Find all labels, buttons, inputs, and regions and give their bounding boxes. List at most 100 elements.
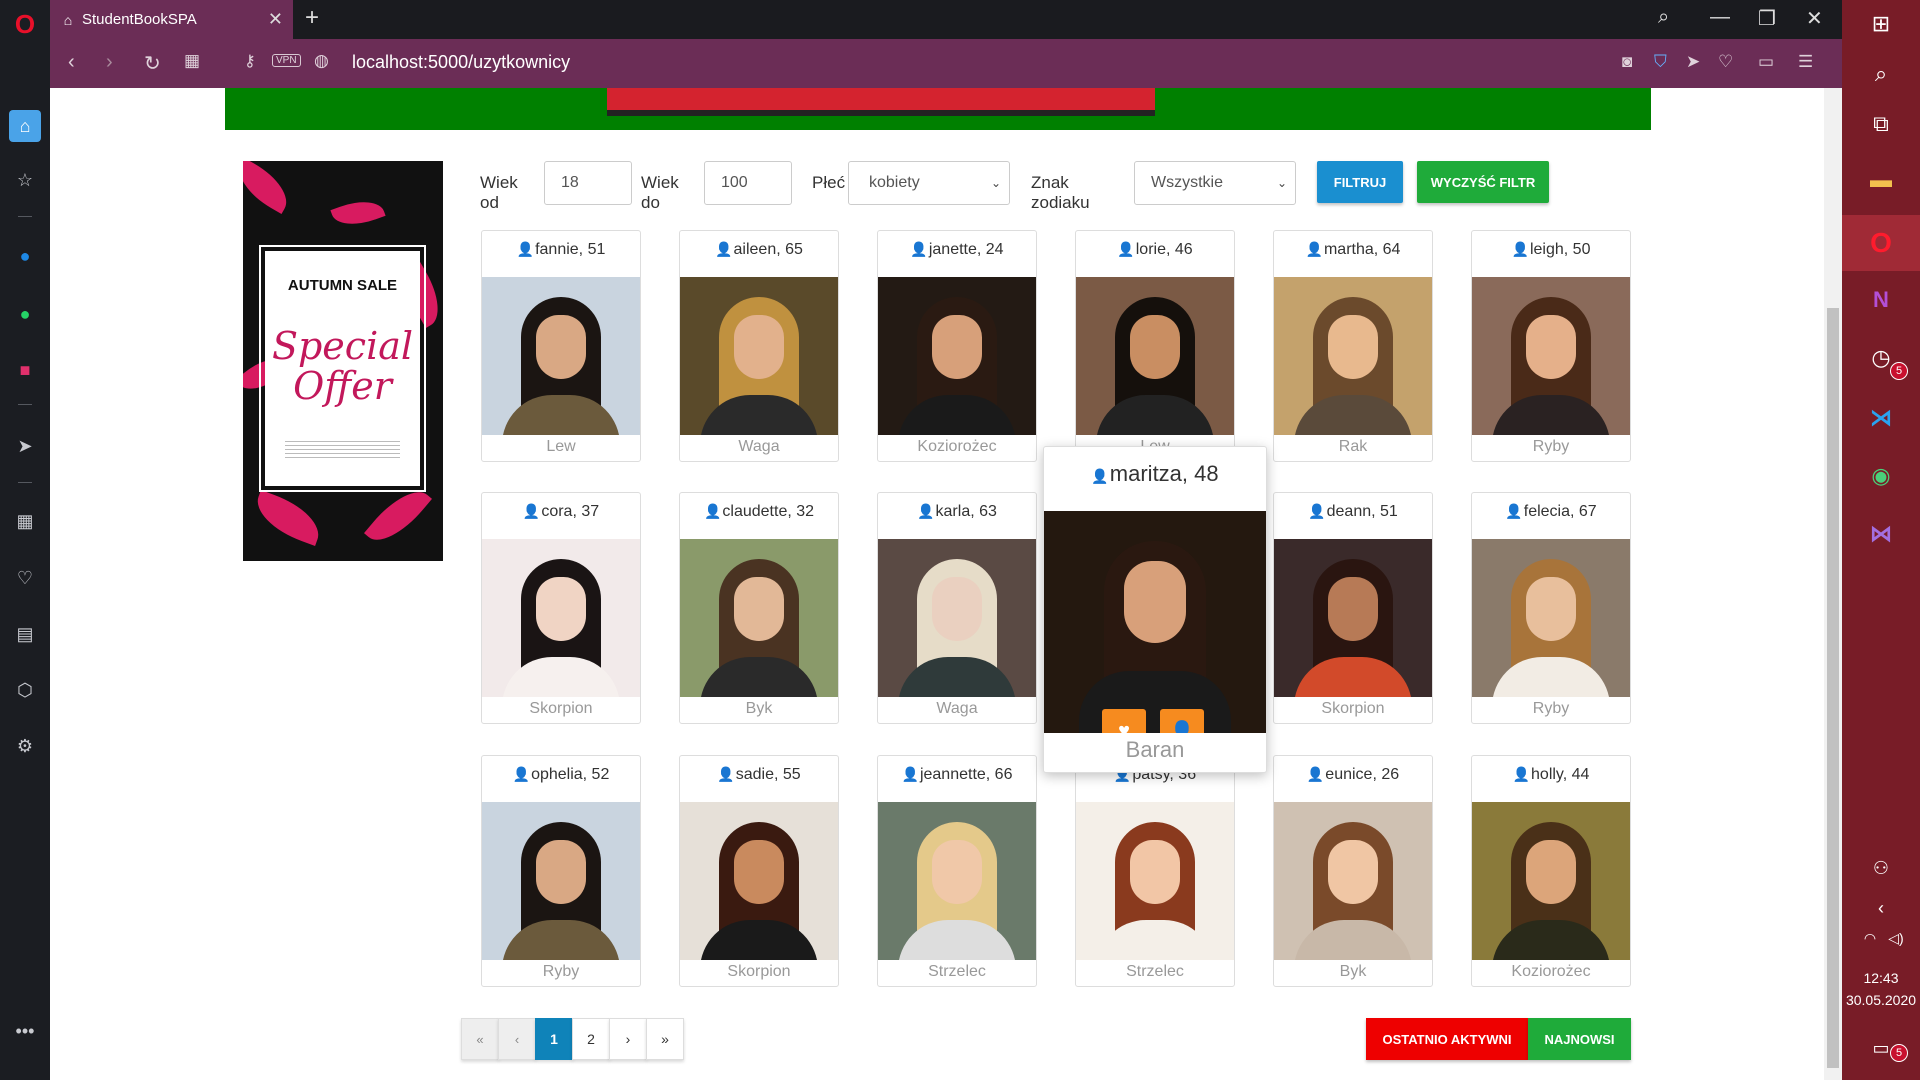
more-icon[interactable]: •••	[9, 1015, 41, 1047]
prev-page-button[interactable]: ‹	[498, 1018, 536, 1060]
tab-close-icon[interactable]: ✕	[268, 9, 283, 30]
home-icon[interactable]: ⌂	[9, 110, 41, 142]
member-photo[interactable]	[1472, 539, 1630, 697]
member-card[interactable]: 👤lorie, 46 Lew	[1075, 230, 1235, 462]
member-photo[interactable]	[1274, 539, 1432, 697]
member-card[interactable]: 👤holly, 44 Koziorożec	[1471, 755, 1631, 987]
member-photo[interactable]	[1274, 802, 1432, 960]
task-view-icon[interactable]: ⧉	[1863, 106, 1899, 142]
news-icon[interactable]: ▤	[9, 618, 41, 650]
people-icon[interactable]: ⚇	[1863, 850, 1899, 886]
page-button-1[interactable]: 1	[535, 1018, 573, 1060]
newest-button[interactable]: NAJNOWSI	[1528, 1018, 1631, 1060]
reload-icon[interactable]: ↻	[144, 51, 161, 76]
member-card[interactable]: 👤cora, 37 Skorpion	[481, 492, 641, 724]
clear-filter-button[interactable]: WYCZYŚĆ FILTR	[1417, 161, 1549, 203]
member-card[interactable]: 👤jeannette, 66 Strzelec	[877, 755, 1037, 987]
member-photo[interactable]	[680, 539, 838, 697]
file-explorer-icon[interactable]: ▬	[1863, 162, 1899, 198]
opera-logo-icon[interactable]: O	[9, 8, 41, 40]
minimize-icon[interactable]: —	[1710, 6, 1730, 29]
member-card[interactable]: 👤fannie, 51 Lew	[481, 230, 641, 462]
tab-studentbookspa[interactable]: ⌂ StudentBookSPA ✕	[50, 0, 293, 39]
send-icon[interactable]: ➤	[1686, 52, 1700, 72]
tabs-grid-icon[interactable]: ▦	[184, 51, 200, 71]
member-photo[interactable]	[1076, 802, 1234, 960]
flow-send-icon[interactable]: ➤	[9, 430, 41, 462]
member-photo[interactable]	[878, 802, 1036, 960]
last-page-button[interactable]: »	[646, 1018, 684, 1060]
bookmarks-icon[interactable]: ☆	[9, 164, 41, 196]
member-photo[interactable]	[1076, 277, 1234, 435]
volume-icon[interactable]: ◁)	[1878, 920, 1914, 956]
whatsapp-icon[interactable]: ●	[9, 298, 41, 330]
next-page-button[interactable]: ›	[609, 1018, 647, 1060]
recently-active-button[interactable]: OSTATNIO AKTYWNI	[1366, 1018, 1528, 1060]
member-photo[interactable]	[680, 277, 838, 435]
member-card[interactable]: 👤ophelia, 52 Ryby	[481, 755, 641, 987]
heart-icon[interactable]: ♡	[9, 562, 41, 594]
url-field[interactable]: localhost:5000/uzytkownicy	[352, 52, 570, 73]
member-card[interactable]: 👤janette, 24 Koziorożec	[877, 230, 1037, 462]
member-photo[interactable]	[680, 802, 838, 960]
vscode-icon[interactable]: ⋊	[1863, 400, 1899, 436]
member-card[interactable]: 👤eunice, 26 Byk	[1273, 755, 1433, 987]
clock-time[interactable]: 12:43	[1842, 970, 1920, 986]
ad-banner[interactable]: AUTUMN SALE Special Offer	[243, 161, 443, 561]
member-card[interactable]: 👤aileen, 65 Waga	[679, 230, 839, 462]
member-photo[interactable]	[1274, 277, 1432, 435]
opera-taskbar-icon[interactable]: O	[1863, 225, 1899, 261]
extensions-icon[interactable]: ⬡	[9, 674, 41, 706]
page-scrollbar[interactable]	[1824, 88, 1842, 1080]
key-icon[interactable]: ⚷	[244, 51, 256, 71]
member-photo[interactable]	[482, 277, 640, 435]
scrollbar-thumb[interactable]	[1827, 308, 1839, 1068]
like-heart-button[interactable]: ♥	[1102, 709, 1146, 733]
view-profile-button[interactable]: 👤	[1160, 709, 1204, 733]
member-card[interactable]: 👤sadie, 55 Skorpion	[679, 755, 839, 987]
easy-setup-icon[interactable]: ☰	[1798, 52, 1813, 72]
member-card[interactable]: 👤karla, 63 Waga	[877, 492, 1037, 724]
forward-icon[interactable]: ›	[106, 51, 113, 74]
battery-icon[interactable]: ▭	[1758, 52, 1774, 72]
messenger-icon[interactable]: ●	[9, 240, 41, 272]
camera-icon[interactable]: ◙	[1622, 52, 1632, 72]
zodiac-select[interactable]: Wszystkie ⌄	[1134, 161, 1296, 205]
gitkraken-icon[interactable]: ◉	[1863, 458, 1899, 494]
settings-gear-icon[interactable]: ⚙	[9, 730, 41, 762]
member-photo[interactable]: ♥ 👤	[1044, 511, 1266, 733]
member-photo[interactable]	[482, 802, 640, 960]
vpn-badge[interactable]: VPN	[272, 54, 301, 67]
member-photo[interactable]	[1472, 802, 1630, 960]
search-icon[interactable]: ⌕	[1658, 6, 1669, 29]
age-to-input[interactable]: 100	[704, 161, 792, 205]
member-card[interactable]: 👤patsy, 36 Strzelec	[1075, 755, 1235, 987]
first-page-button[interactable]: «	[461, 1018, 499, 1060]
visual-studio-icon[interactable]: ⋈	[1863, 516, 1899, 552]
member-card[interactable]: 👤leigh, 50 Ryby	[1471, 230, 1631, 462]
instagram-icon[interactable]: ■	[9, 354, 41, 386]
member-card[interactable]: 👤deann, 51 Skorpion	[1273, 492, 1433, 724]
member-photo[interactable]	[878, 277, 1036, 435]
close-window-icon[interactable]: ✕	[1806, 6, 1823, 31]
age-from-input[interactable]: 18	[544, 161, 632, 205]
page-button-2[interactable]: 2	[572, 1018, 610, 1060]
heart-outline-icon[interactable]: ♡	[1718, 52, 1733, 72]
member-card[interactable]: 👤martha, 64 Rak	[1273, 230, 1433, 462]
new-tab-icon[interactable]: +	[305, 4, 319, 32]
member-card-hovered[interactable]: 👤maritza, 48 ♥ 👤 Baran	[1043, 446, 1267, 773]
member-photo[interactable]	[1472, 277, 1630, 435]
shield-icon[interactable]: ⛉	[1654, 52, 1667, 72]
member-card[interactable]: 👤claudette, 32 Byk	[679, 492, 839, 724]
search-icon[interactable]: ⌕	[1863, 56, 1899, 92]
member-photo[interactable]	[878, 539, 1036, 697]
clock-date[interactable]: 30.05.2020	[1842, 992, 1920, 1008]
member-card[interactable]: 👤felecia, 67 Ryby	[1471, 492, 1631, 724]
filter-button[interactable]: FILTRUJ	[1317, 161, 1403, 203]
onenote-icon[interactable]: N	[1863, 282, 1899, 318]
speed-dial-icon[interactable]: ▦	[9, 505, 41, 537]
gender-select[interactable]: kobiety ⌄	[848, 161, 1010, 205]
member-photo[interactable]	[482, 539, 640, 697]
windows-start-icon[interactable]: ⊞	[1863, 6, 1899, 42]
back-icon[interactable]: ‹	[68, 51, 75, 74]
